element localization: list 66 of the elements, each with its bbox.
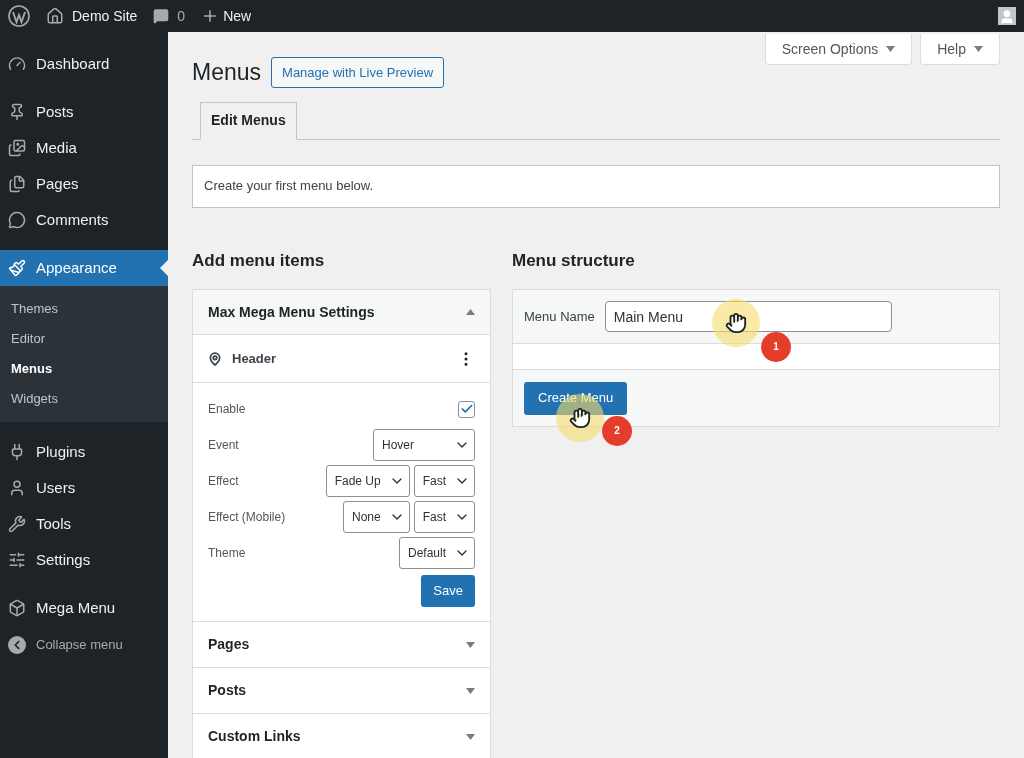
pin-icon — [8, 103, 26, 121]
sidebar-item[interactable]: Pages — [0, 166, 168, 202]
sidebar-item[interactable]: Comments — [0, 202, 168, 238]
sidebar-item[interactable]: Mega Menu — [0, 590, 168, 626]
field-label: Theme — [208, 545, 246, 562]
sidebar-item[interactable]: Posts — [0, 94, 168, 130]
select-field[interactable]: None — [342, 501, 410, 533]
speech-bubble-icon — [8, 211, 26, 229]
sidebar-item[interactable]: Tools — [0, 506, 168, 542]
submenu-item[interactable]: Menus — [0, 354, 168, 384]
sliders-icon — [8, 551, 26, 569]
gauge-icon — [8, 55, 26, 73]
comment-icon[interactable] — [153, 8, 170, 24]
live-preview-button[interactable]: Manage with Live Preview — [271, 56, 445, 88]
current-pointer-icon — [160, 260, 168, 276]
user-icon — [8, 479, 26, 497]
menu-name-label: Menu Name — [524, 307, 595, 326]
wrench-icon — [8, 515, 26, 533]
help-button[interactable]: Help — [920, 34, 1000, 65]
accordion-header[interactable]: Max Mega Menu Settings — [193, 290, 490, 335]
hand-cursor-icon — [725, 311, 747, 334]
notice: Create your first menu below. — [192, 164, 1000, 208]
screen-options-button[interactable]: Screen Options — [764, 34, 913, 65]
sidebar-item[interactable]: Plugins — [0, 434, 168, 470]
cube-icon — [8, 599, 26, 617]
field-label: Enable — [208, 401, 246, 418]
home-icon[interactable] — [46, 7, 64, 25]
section-heading: Menu structure — [512, 249, 636, 272]
sidebar-item[interactable]: Appearance — [0, 250, 168, 286]
save-button[interactable]: Save — [421, 575, 475, 607]
select-field[interactable]: Hover — [373, 429, 475, 461]
caret-icon[interactable] — [466, 309, 475, 315]
new-link[interactable]: New — [223, 5, 252, 27]
site-name-link[interactable]: Demo Site — [72, 5, 138, 27]
comment-count[interactable]: 0 — [177, 5, 186, 27]
submenu-item[interactable]: Widgets — [0, 384, 168, 414]
sidebar-item[interactable]: Dashboard — [0, 46, 168, 82]
caret-icon[interactable] — [466, 687, 475, 694]
wordpress-logo-icon[interactable] — [8, 5, 30, 27]
submenu-item[interactable]: Themes — [0, 294, 168, 324]
page-title: Menus — [192, 58, 262, 87]
field-label: Event — [208, 437, 239, 454]
images-icon — [8, 139, 26, 157]
location-pin-icon — [208, 351, 222, 366]
field-label: Effect (Mobile) — [208, 509, 286, 526]
paintbrush-icon — [8, 259, 26, 277]
caret-icon[interactable] — [466, 733, 475, 740]
select-field[interactable]: Default — [398, 537, 475, 569]
pages-icon — [8, 175, 26, 193]
tab[interactable]: Edit Menus — [200, 101, 297, 140]
section-heading: Add menu items — [192, 249, 326, 272]
caret-icon[interactable] — [886, 46, 896, 52]
select-field[interactable]: Fast — [413, 501, 475, 533]
sidebar-item[interactable]: Settings — [0, 542, 168, 578]
collapse-menu-button[interactable]: Collapse menu — [0, 628, 168, 662]
checkbox[interactable] — [458, 400, 475, 418]
sidebar-item[interactable]: Media — [0, 130, 168, 166]
select-field[interactable]: Fade Up — [325, 465, 410, 497]
location-label: Header — [232, 349, 277, 368]
submenu-item[interactable]: Editor — [0, 324, 168, 354]
select-field[interactable]: Fast — [413, 465, 475, 497]
caret-icon[interactable] — [974, 46, 983, 52]
menu-name-field[interactable]: Main Menu — [604, 301, 892, 332]
sidebar-item[interactable]: Users — [0, 470, 168, 506]
caret-icon[interactable] — [466, 641, 475, 648]
field-label: Effect — [208, 473, 239, 490]
